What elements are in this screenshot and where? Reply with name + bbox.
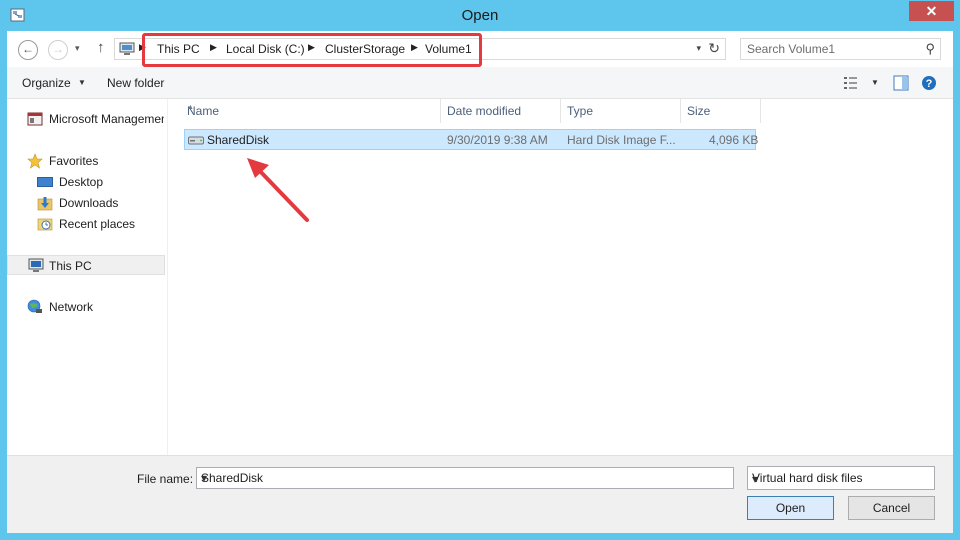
mmc-icon xyxy=(27,112,43,126)
sort-ascending-icon: ▲ xyxy=(187,104,194,111)
address-history-dropdown[interactable]: ▾ xyxy=(696,43,701,54)
file-name-combobox[interactable]: SharedDisk ▾ xyxy=(196,467,734,489)
window-title: Open xyxy=(461,7,499,24)
annotation-arrow-icon xyxy=(247,158,309,222)
help-icon[interactable]: ? xyxy=(921,75,937,91)
recent-locations-dropdown[interactable]: ▾ xyxy=(75,43,80,54)
chevron-down-icon[interactable]: ▾ xyxy=(752,472,930,486)
downloads-icon xyxy=(37,197,53,211)
computer-icon xyxy=(28,258,44,272)
sidebar-item-recent-places[interactable]: Recent places xyxy=(7,214,165,234)
search-box[interactable]: Search Volume1 ⚲ xyxy=(740,38,941,60)
new-folder-button[interactable]: New folder xyxy=(107,76,164,90)
sidebar-item-mmc[interactable]: Microsoft Management Console xyxy=(7,109,165,129)
hard-disk-image-icon xyxy=(188,136,204,145)
desktop-icon xyxy=(37,177,53,187)
organize-dropdown-icon[interactable]: ▼ xyxy=(78,78,86,87)
table-row[interactable]: SharedDisk 9/30/2019 9:38 AM Hard Disk I… xyxy=(184,129,759,150)
navigation-pane: Microsoft Management Console Favorites D… xyxy=(7,99,167,455)
sidebar-item-label: Downloads xyxy=(59,196,119,210)
network-icon xyxy=(27,299,42,313)
view-options-dropdown-icon[interactable]: ▼ xyxy=(871,78,879,87)
sidebar-item-label: Network xyxy=(49,300,94,314)
close-button[interactable]: ✕ xyxy=(909,1,954,21)
sidebar-item-network[interactable]: Network xyxy=(7,297,165,317)
sidebar-item-desktop[interactable]: Desktop xyxy=(7,172,165,192)
forward-button[interactable]: → xyxy=(48,40,68,60)
computer-icon xyxy=(119,42,135,55)
file-type-select[interactable]: Virtual hard disk files ▾ xyxy=(747,466,935,490)
cancel-button[interactable]: Cancel xyxy=(848,496,935,520)
open-button[interactable]: Open xyxy=(747,496,834,520)
sidebar-item-label: Recent places xyxy=(59,217,136,231)
type-cell: Hard Disk Image F... xyxy=(567,133,676,147)
size-cell: 4,096 KB xyxy=(709,133,759,147)
file-name-label: File name: xyxy=(137,472,194,486)
refresh-icon[interactable]: ↻ xyxy=(708,40,720,57)
column-header-type[interactable]: Type xyxy=(561,99,681,123)
column-header-size[interactable]: Size xyxy=(681,99,761,123)
sidebar-item-this-pc[interactable]: This PC xyxy=(7,255,165,275)
sidebar-item-downloads[interactable]: Downloads xyxy=(7,193,165,213)
column-header-date-modified[interactable]: Date modified xyxy=(441,99,561,123)
forward-arrow-icon: → xyxy=(52,42,64,56)
sidebar-item-label: Favorites xyxy=(49,154,99,168)
recent-places-icon xyxy=(37,218,53,231)
sidebar-item-label: This PC xyxy=(49,259,92,273)
file-name-cell: SharedDisk xyxy=(207,133,270,147)
sidebar-item-label: Desktop xyxy=(59,175,104,189)
column-header-name[interactable]: Name ▲ xyxy=(181,99,441,123)
chevron-down-icon[interactable]: ▾ xyxy=(201,471,729,485)
search-icon[interactable]: ⚲ xyxy=(925,41,935,57)
preview-pane-icon[interactable] xyxy=(893,75,909,91)
dialog-client-area: ← → ▾ ↑ ▶ This PC ▶ Local Disk (C:) ▶ Cl… xyxy=(7,31,953,533)
command-bar: Organize ▼ New folder ▼ ? xyxy=(7,67,953,99)
star-icon xyxy=(27,153,43,169)
organize-button[interactable]: Organize xyxy=(22,76,71,90)
change-view-icon[interactable] xyxy=(843,75,859,91)
file-input-panel: File name: SharedDisk ▾ Virtual hard dis… xyxy=(7,455,953,533)
open-dialog-window: Open ✕ ← → ▾ ↑ ▶ This PC ▶ Local Disk (C… xyxy=(0,0,960,540)
back-arrow-icon: ← xyxy=(22,42,34,56)
close-icon: ✕ xyxy=(925,3,938,19)
sidebar-item-label: Microsoft Management Console xyxy=(49,112,164,126)
date-modified-cell: 9/30/2019 9:38 AM xyxy=(447,133,548,147)
title-bar[interactable]: Open ✕ xyxy=(0,0,960,32)
sidebar-item-favorites[interactable]: Favorites xyxy=(7,151,165,171)
up-one-level-button[interactable]: ↑ xyxy=(97,39,105,56)
back-button[interactable]: ← xyxy=(18,40,38,60)
search-placeholder[interactable]: Search Volume1 xyxy=(747,42,835,56)
address-highlight-box xyxy=(142,33,482,67)
svg-text:?: ? xyxy=(926,78,933,90)
